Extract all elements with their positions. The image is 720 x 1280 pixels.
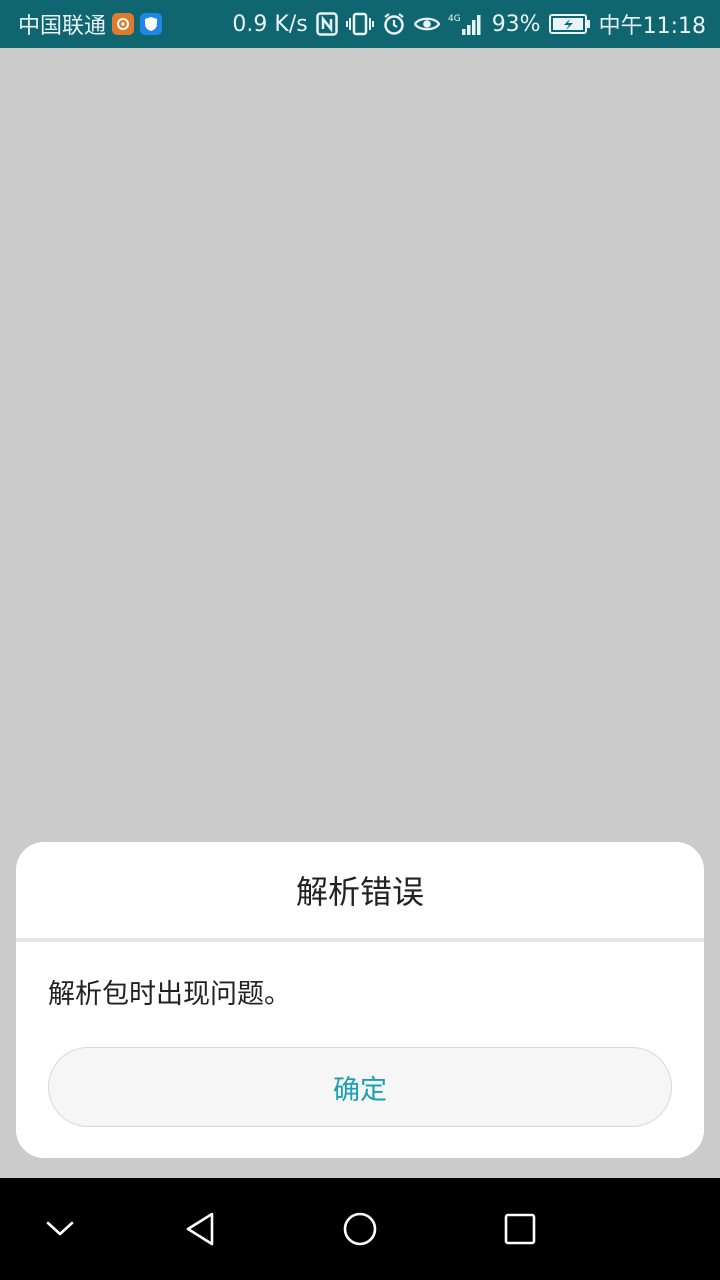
collapse-icon[interactable] bbox=[35, 1204, 85, 1254]
dialog-message: 解析包时出现问题。 bbox=[48, 979, 291, 1010]
dialog-title: 解析错误 bbox=[295, 873, 424, 911]
home-icon[interactable] bbox=[335, 1204, 385, 1254]
network-speed: 0.9 K/s bbox=[232, 11, 308, 37]
signal-icon: 4G bbox=[448, 12, 484, 36]
uc-browser-icon bbox=[112, 13, 135, 35]
parse-error-dialog: 解析错误 解析包时出现问题。 确定 bbox=[16, 842, 704, 1158]
status-left: 中国联通 bbox=[18, 8, 163, 40]
eye-icon bbox=[413, 14, 440, 34]
confirm-button[interactable]: 确定 bbox=[48, 1047, 672, 1127]
carrier-name: 中国联通 bbox=[18, 14, 107, 39]
back-icon[interactable] bbox=[175, 1204, 225, 1254]
status-right: 0.9 K/s 4G 93% 中午11:18 bbox=[232, 8, 706, 40]
alarm-icon bbox=[382, 12, 406, 36]
status-bar: 中国联通 0.9 K/s 4G 93% 中午11:18 bbox=[0, 0, 720, 48]
network-type: 4G bbox=[448, 14, 461, 24]
nfc-icon bbox=[315, 12, 338, 36]
clock-time: 中午11:18 bbox=[598, 14, 706, 39]
vibrate-icon bbox=[345, 12, 374, 36]
navigation-bar bbox=[0, 1178, 720, 1280]
battery-percent: 93% bbox=[491, 11, 541, 37]
dialog-divider bbox=[16, 938, 704, 942]
battery-charging-icon bbox=[548, 13, 591, 35]
screen: 中国联通 0.9 K/s 4G 93% 中午11:18 解析错误 解析包时出现问… bbox=[0, 0, 720, 1280]
recents-icon[interactable] bbox=[495, 1204, 545, 1254]
shield-icon bbox=[140, 13, 163, 35]
